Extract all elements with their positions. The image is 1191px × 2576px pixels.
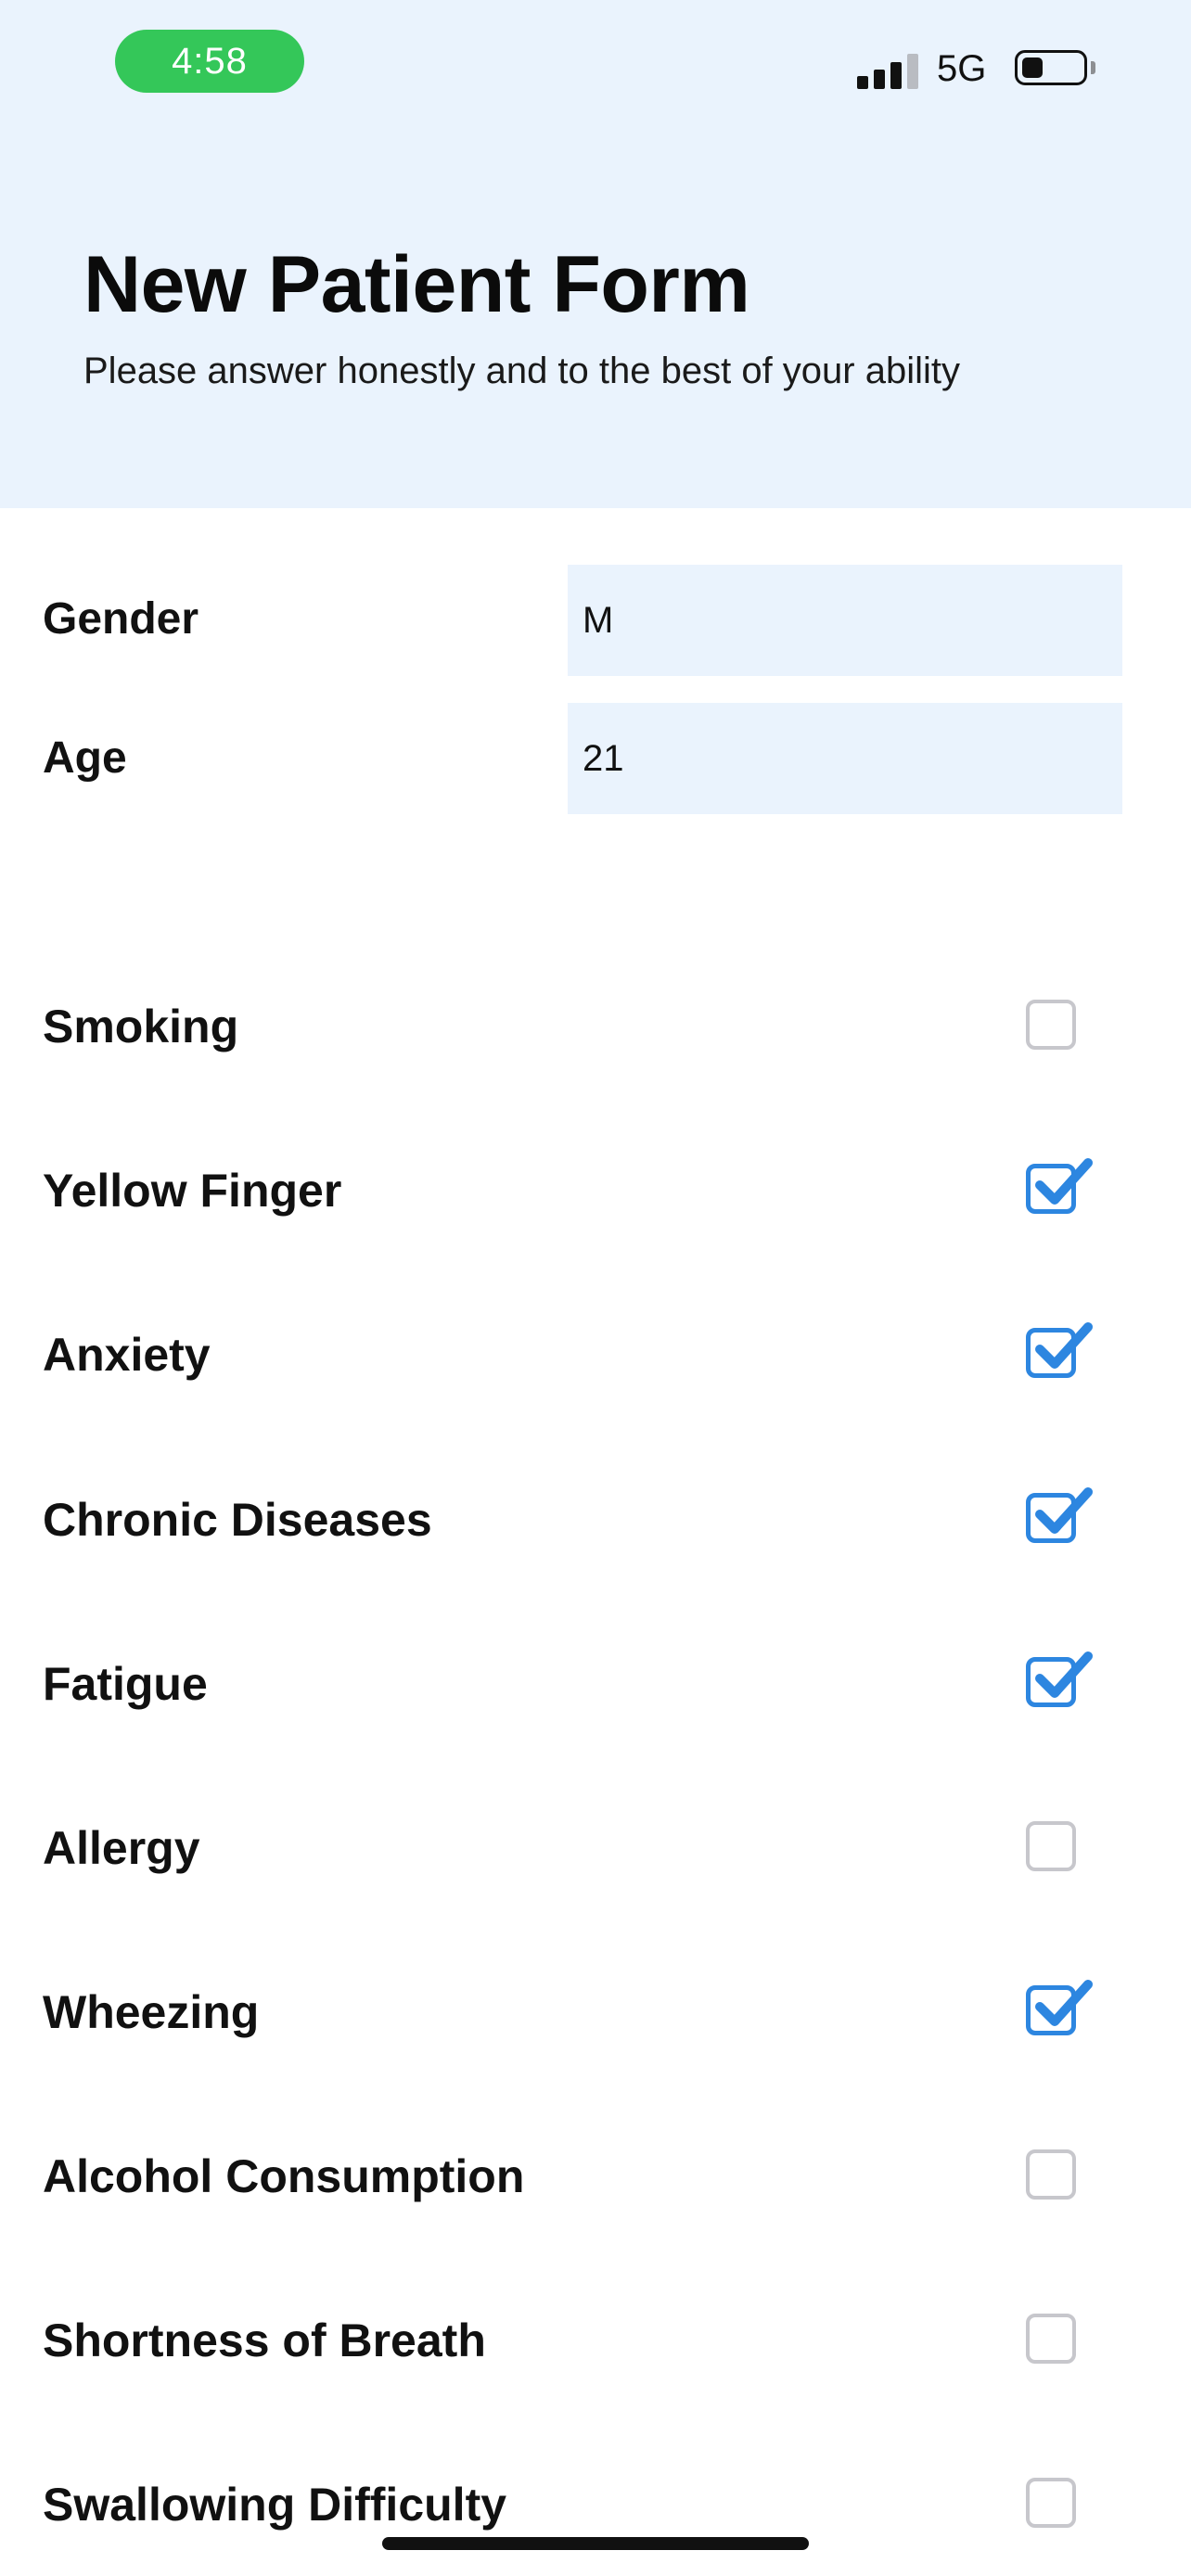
checklist-label: Smoking [43, 1001, 239, 1052]
gender-field[interactable]: M [568, 565, 1122, 676]
age-label: Age [43, 733, 127, 783]
checkmark-icon [1035, 1487, 1093, 1534]
page-subtitle: Please answer honestly and to the best o… [83, 351, 960, 391]
checklist-label: Alcohol Consumption [43, 2150, 525, 2202]
anxiety-checkbox[interactable] [1026, 1322, 1093, 1378]
allergy-checkbox[interactable] [1026, 1821, 1076, 1871]
checklist-item-chronic-diseases[interactable]: Chronic Diseases [0, 1474, 1191, 1567]
checklist-label: Fatigue [43, 1658, 208, 1710]
checklist-item-allergy[interactable]: Allergy [0, 1803, 1191, 1895]
checklist-item-wheezing[interactable]: Wheezing [0, 1967, 1191, 2060]
page-title: New Patient Form [83, 240, 750, 329]
checklist-label: Chronic Diseases [43, 1494, 432, 1546]
home-indicator [382, 2537, 809, 2550]
smoking-checkbox[interactable] [1026, 1000, 1076, 1050]
age-field[interactable]: 21 [568, 703, 1122, 814]
checkmark-icon [1035, 1980, 1093, 2026]
checklist-label: Yellow Finger [43, 1165, 342, 1217]
checklist-item-shortness-of-breath[interactable]: Shortness of Breath [0, 2295, 1191, 2388]
swallowing-difficulty-checkbox[interactable] [1026, 2478, 1076, 2528]
checklist-label: Shortness of Breath [43, 2315, 486, 2366]
network-type: 5G [937, 48, 987, 89]
checklist-item-alcohol-consumption[interactable]: Alcohol Consumption [0, 2131, 1191, 2224]
checklist-label: Wheezing [43, 1986, 260, 2038]
checklist-item-anxiety[interactable]: Anxiety [0, 1309, 1191, 1402]
cellular-signal-icon [857, 52, 920, 89]
wheezing-checkbox[interactable] [1026, 1980, 1093, 2035]
shortness-of-breath-checkbox[interactable] [1026, 2314, 1076, 2364]
checklist-item-fatigue[interactable]: Fatigue [0, 1639, 1191, 1731]
gender-label: Gender [43, 594, 199, 644]
checkmark-icon [1035, 1651, 1093, 1698]
checklist-item-yellow-finger[interactable]: Yellow Finger [0, 1145, 1191, 1238]
battery-icon [1015, 50, 1087, 85]
checklist-item-smoking[interactable]: Smoking [0, 981, 1191, 1074]
checklist-label: Swallowing Difficulty [43, 2479, 507, 2531]
checklist-label: Allergy [43, 1822, 200, 1874]
yellow-finger-checkbox[interactable] [1026, 1158, 1093, 1214]
checklist-label: Anxiety [43, 1329, 211, 1381]
checkmark-icon [1035, 1322, 1093, 1369]
battery-cap [1091, 61, 1095, 74]
alcohol-consumption-checkbox[interactable] [1026, 2149, 1076, 2200]
fatigue-checkbox[interactable] [1026, 1651, 1093, 1707]
chronic-diseases-checkbox[interactable] [1026, 1487, 1093, 1543]
checkmark-icon [1035, 1158, 1093, 1205]
battery-level-fill [1022, 57, 1043, 78]
status-time: 4:58 [115, 30, 304, 93]
